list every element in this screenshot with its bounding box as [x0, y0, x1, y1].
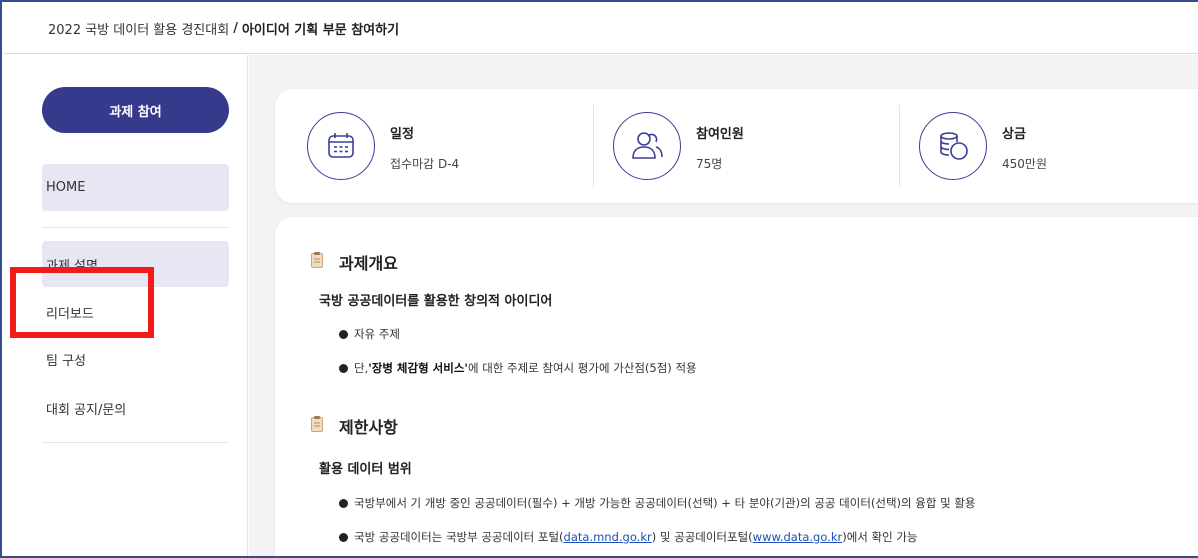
- list-item-text-bold: '장병 체감형 서비스': [368, 361, 468, 375]
- sidebar-item-notice[interactable]: 대회 공지/문의: [42, 385, 229, 431]
- breadcrumb-section: 아이디어 기획 부문 참여하기: [241, 23, 400, 38]
- list-item: 단, '장병 체감형 서비스' 에 대한 주제로 참여시 평가에 가산점(5점) …: [339, 360, 697, 376]
- list-item: 국방 공공데이터는 국방부 공공데이터 포털(data.mnd.go.kr) 및…: [339, 529, 918, 545]
- stat-title: 일정: [390, 127, 414, 142]
- section-header-restrictions: 제한사항: [311, 414, 398, 438]
- list-item-text: 국방 공공데이터는 국방부 공공데이터 포털(: [354, 530, 564, 544]
- stat-participants: 참여인원 75명: [581, 89, 881, 203]
- list-item: 자유 주제: [339, 326, 400, 342]
- sidebar-item-home[interactable]: HOME: [42, 164, 229, 211]
- bullet-icon: [339, 329, 348, 339]
- stat-title: 상금: [1002, 127, 1026, 142]
- breadcrumb-event[interactable]: 2022 국방 데이터 활용 경진대회: [48, 19, 229, 38]
- stat-value: 450만원: [1002, 157, 1047, 171]
- join-challenge-button[interactable]: 과제 참여: [42, 87, 229, 133]
- calendar-icon: [307, 112, 375, 180]
- app-window: 2022 국방 데이터 활용 경진대회 / 아이디어 기획 부문 참여하기 과제…: [0, 0, 1198, 558]
- section-title: 과제개요: [339, 254, 398, 273]
- list-item-text: 국방부에서 기 개방 중인 공공데이터(필수) + 개방 가능한 공공데이터(선…: [354, 496, 976, 510]
- main-content: 일정 접수마감 D-4 참여인원 75명 상금 450만원 과제개요 국방 공공…: [249, 55, 1198, 556]
- sidebar-divider: [42, 227, 229, 228]
- list-item: 국방부에서 기 개방 중인 공공데이터(필수) + 개방 가능한 공공데이터(선…: [339, 495, 976, 511]
- list-item-text-prefix: 단,: [354, 361, 369, 375]
- breadcrumb: 2022 국방 데이터 활용 경진대회 / 아이디어 기획 부문 참여하기: [4, 4, 1198, 54]
- people-icon: [613, 112, 681, 180]
- sidebar-item-team[interactable]: 팀 구성: [42, 336, 229, 382]
- breadcrumb-separator: /: [233, 21, 238, 36]
- mnd-data-portal-link[interactable]: data.mnd.go.kr: [564, 530, 652, 544]
- stat-value: 75명: [696, 157, 723, 171]
- challenge-content-card: 과제개요 국방 공공데이터를 활용한 창의적 아이디어 자유 주제 단, '장병…: [275, 217, 1198, 556]
- bullet-icon: [339, 363, 348, 373]
- list-item-text-suffix: 에 대한 주제로 참여시 평가에 가산점(5점) 적용: [467, 361, 697, 375]
- section-header-overview: 과제개요: [311, 250, 398, 274]
- clipboard-icon: [311, 252, 323, 272]
- public-data-portal-link[interactable]: www.data.go.kr: [753, 530, 843, 544]
- stat-prize: 상금 450만원: [887, 89, 1187, 203]
- section-title: 제한사항: [339, 418, 398, 437]
- sidebar-item-label: 대회 공지/문의: [46, 402, 127, 418]
- highlight-box: [10, 267, 154, 338]
- coins-icon: [919, 112, 987, 180]
- bullet-icon: [339, 498, 348, 508]
- stat-schedule: 일정 접수마감 D-4: [275, 89, 575, 203]
- sidebar-item-label: 팀 구성: [46, 353, 87, 369]
- stat-title: 참여인원: [696, 127, 744, 142]
- stats-card: 일정 접수마감 D-4 참여인원 75명 상금 450만원: [275, 89, 1198, 203]
- list-item-text: 자유 주제: [354, 327, 400, 341]
- sidebar-item-label: HOME: [46, 180, 86, 195]
- section-subheading: 활용 데이터 범위: [319, 462, 412, 477]
- list-item-text: ) 및 공공데이터포털(: [651, 530, 753, 544]
- sidebar-divider: [42, 442, 229, 443]
- list-item-text: )에서 확인 가능: [842, 530, 918, 544]
- clipboard-icon: [311, 416, 323, 436]
- bullet-icon: [339, 532, 348, 542]
- section-subheading: 국방 공공데이터를 활용한 창의적 아이디어: [319, 294, 553, 309]
- stat-value: 접수마감 D-4: [390, 157, 460, 171]
